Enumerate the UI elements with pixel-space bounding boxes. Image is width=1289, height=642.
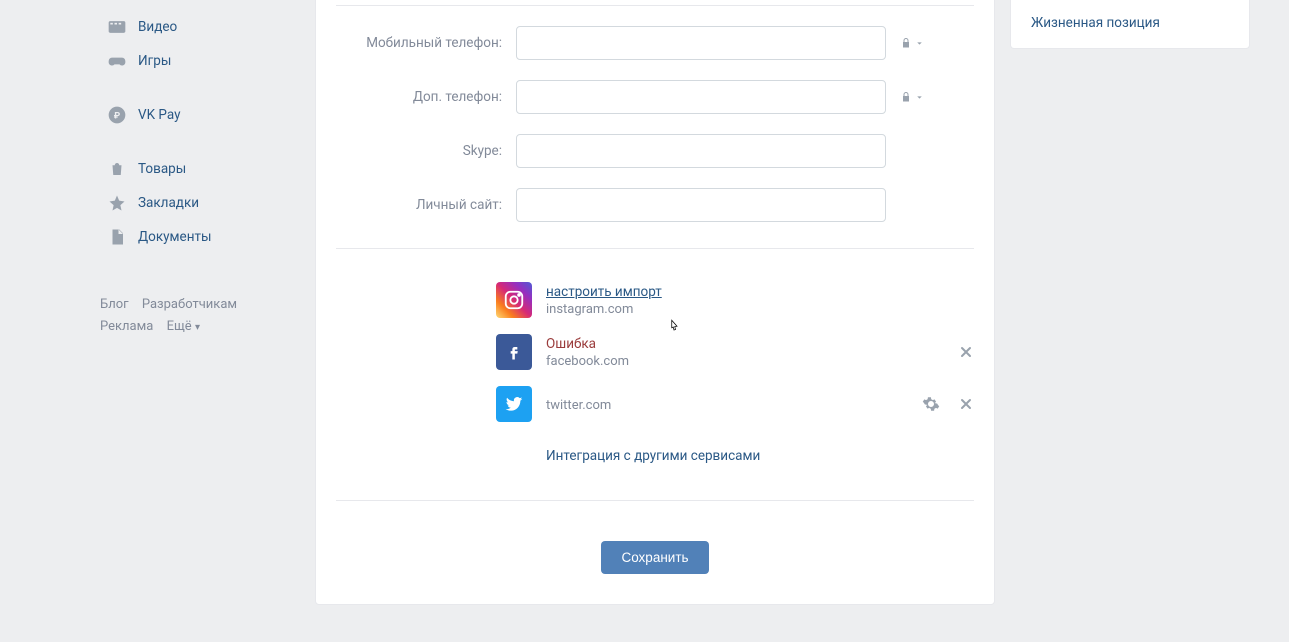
extra-phone-row: Доп. телефон:: [316, 80, 994, 114]
skype-input[interactable]: [516, 134, 886, 168]
mobile-phone-input[interactable]: [516, 26, 886, 60]
document-icon: [106, 226, 128, 248]
facebook-row: Ошибка facebook.com: [336, 326, 974, 378]
twitter-icon: [496, 386, 532, 422]
instagram-row: настроить импорт instagram.com: [336, 274, 974, 326]
twitter-settings-button[interactable]: [922, 395, 940, 413]
facebook-icon: [496, 334, 532, 370]
shop-icon: [106, 158, 128, 180]
twitter-row: twitter.com: [336, 378, 974, 430]
privacy-dropdown-extra[interactable]: [900, 90, 924, 104]
left-sidebar: Видео Игры ₽ VK Pay Товары Закладки: [100, 0, 300, 605]
games-icon: [106, 50, 128, 72]
more-integrations-row: Интеграция с другими сервисами: [336, 440, 974, 472]
facebook-status: Ошибка: [546, 336, 958, 352]
sidebar-item-vkpay[interactable]: ₽ VK Pay: [100, 98, 300, 132]
sidebar-item-documents[interactable]: Документы: [100, 220, 300, 254]
more-integrations-link[interactable]: Интеграция с другими сервисами: [546, 448, 760, 464]
twitter-domain: twitter.com: [546, 398, 922, 413]
sidebar-footer: Блог Разработчикам Реклама Ещё ▾: [100, 294, 300, 339]
instagram-icon: [496, 282, 532, 318]
twitter-disconnect-button[interactable]: [958, 396, 974, 412]
sidebar-item-label: Документы: [138, 229, 211, 245]
mobile-phone-label: Мобильный телефон:: [336, 35, 516, 51]
personal-site-row: Личный сайт:: [316, 188, 994, 222]
sidebar-item-bookmarks[interactable]: Закладки: [100, 186, 300, 220]
footer-link-more[interactable]: Ещё ▾: [167, 319, 200, 334]
footer-link-developers[interactable]: Разработчикам: [142, 297, 237, 312]
right-tab-label: Жизненная позиция: [1031, 15, 1160, 31]
vkpay-icon: ₽: [106, 104, 128, 126]
privacy-dropdown-mobile[interactable]: [900, 36, 924, 50]
save-button[interactable]: Сохранить: [601, 541, 708, 574]
right-tab-life-position[interactable]: Жизненная позиция: [1010, 0, 1250, 49]
close-icon: [958, 344, 974, 360]
mobile-phone-row: Мобильный телефон:: [316, 26, 994, 60]
sidebar-item-shop[interactable]: Товары: [100, 152, 300, 186]
sidebar-item-label: Видео: [138, 19, 177, 35]
extra-phone-label: Доп. телефон:: [336, 89, 516, 105]
instagram-domain: instagram.com: [546, 302, 974, 317]
lock-icon: [900, 36, 912, 50]
lock-icon: [900, 90, 912, 104]
footer-link-blog[interactable]: Блог: [100, 297, 129, 312]
video-icon: [106, 16, 128, 38]
divider: [336, 5, 974, 6]
personal-site-label: Личный сайт:: [336, 197, 516, 213]
sidebar-item-label: Закладки: [138, 195, 199, 211]
social-integrations: настроить импорт instagram.com Ошибка fa…: [316, 249, 994, 482]
svg-text:₽: ₽: [114, 111, 121, 121]
instagram-configure-link[interactable]: настроить импорт: [546, 284, 974, 300]
personal-site-input[interactable]: [516, 188, 886, 222]
sidebar-item-games[interactable]: Игры: [100, 44, 300, 78]
close-icon: [958, 396, 974, 412]
sidebar-item-label: Игры: [138, 53, 171, 69]
skype-row: Skype:: [316, 134, 994, 168]
chevron-down-icon: ▾: [195, 322, 200, 333]
skype-label: Skype:: [336, 143, 516, 159]
facebook-domain: facebook.com: [546, 354, 958, 369]
sidebar-item-label: VK Pay: [138, 107, 181, 123]
contacts-settings-card: Мобильный телефон: Доп. телефон: Skype: …: [315, 0, 995, 605]
chevron-down-icon: [915, 39, 924, 48]
facebook-disconnect-button[interactable]: [958, 344, 974, 360]
chevron-down-icon: [915, 93, 924, 102]
extra-phone-input[interactable]: [516, 80, 886, 114]
sidebar-item-label: Товары: [138, 161, 186, 177]
star-icon: [106, 192, 128, 214]
footer-link-ads[interactable]: Реклама: [100, 319, 153, 334]
sidebar-item-video[interactable]: Видео: [100, 10, 300, 44]
gear-icon: [922, 395, 940, 413]
